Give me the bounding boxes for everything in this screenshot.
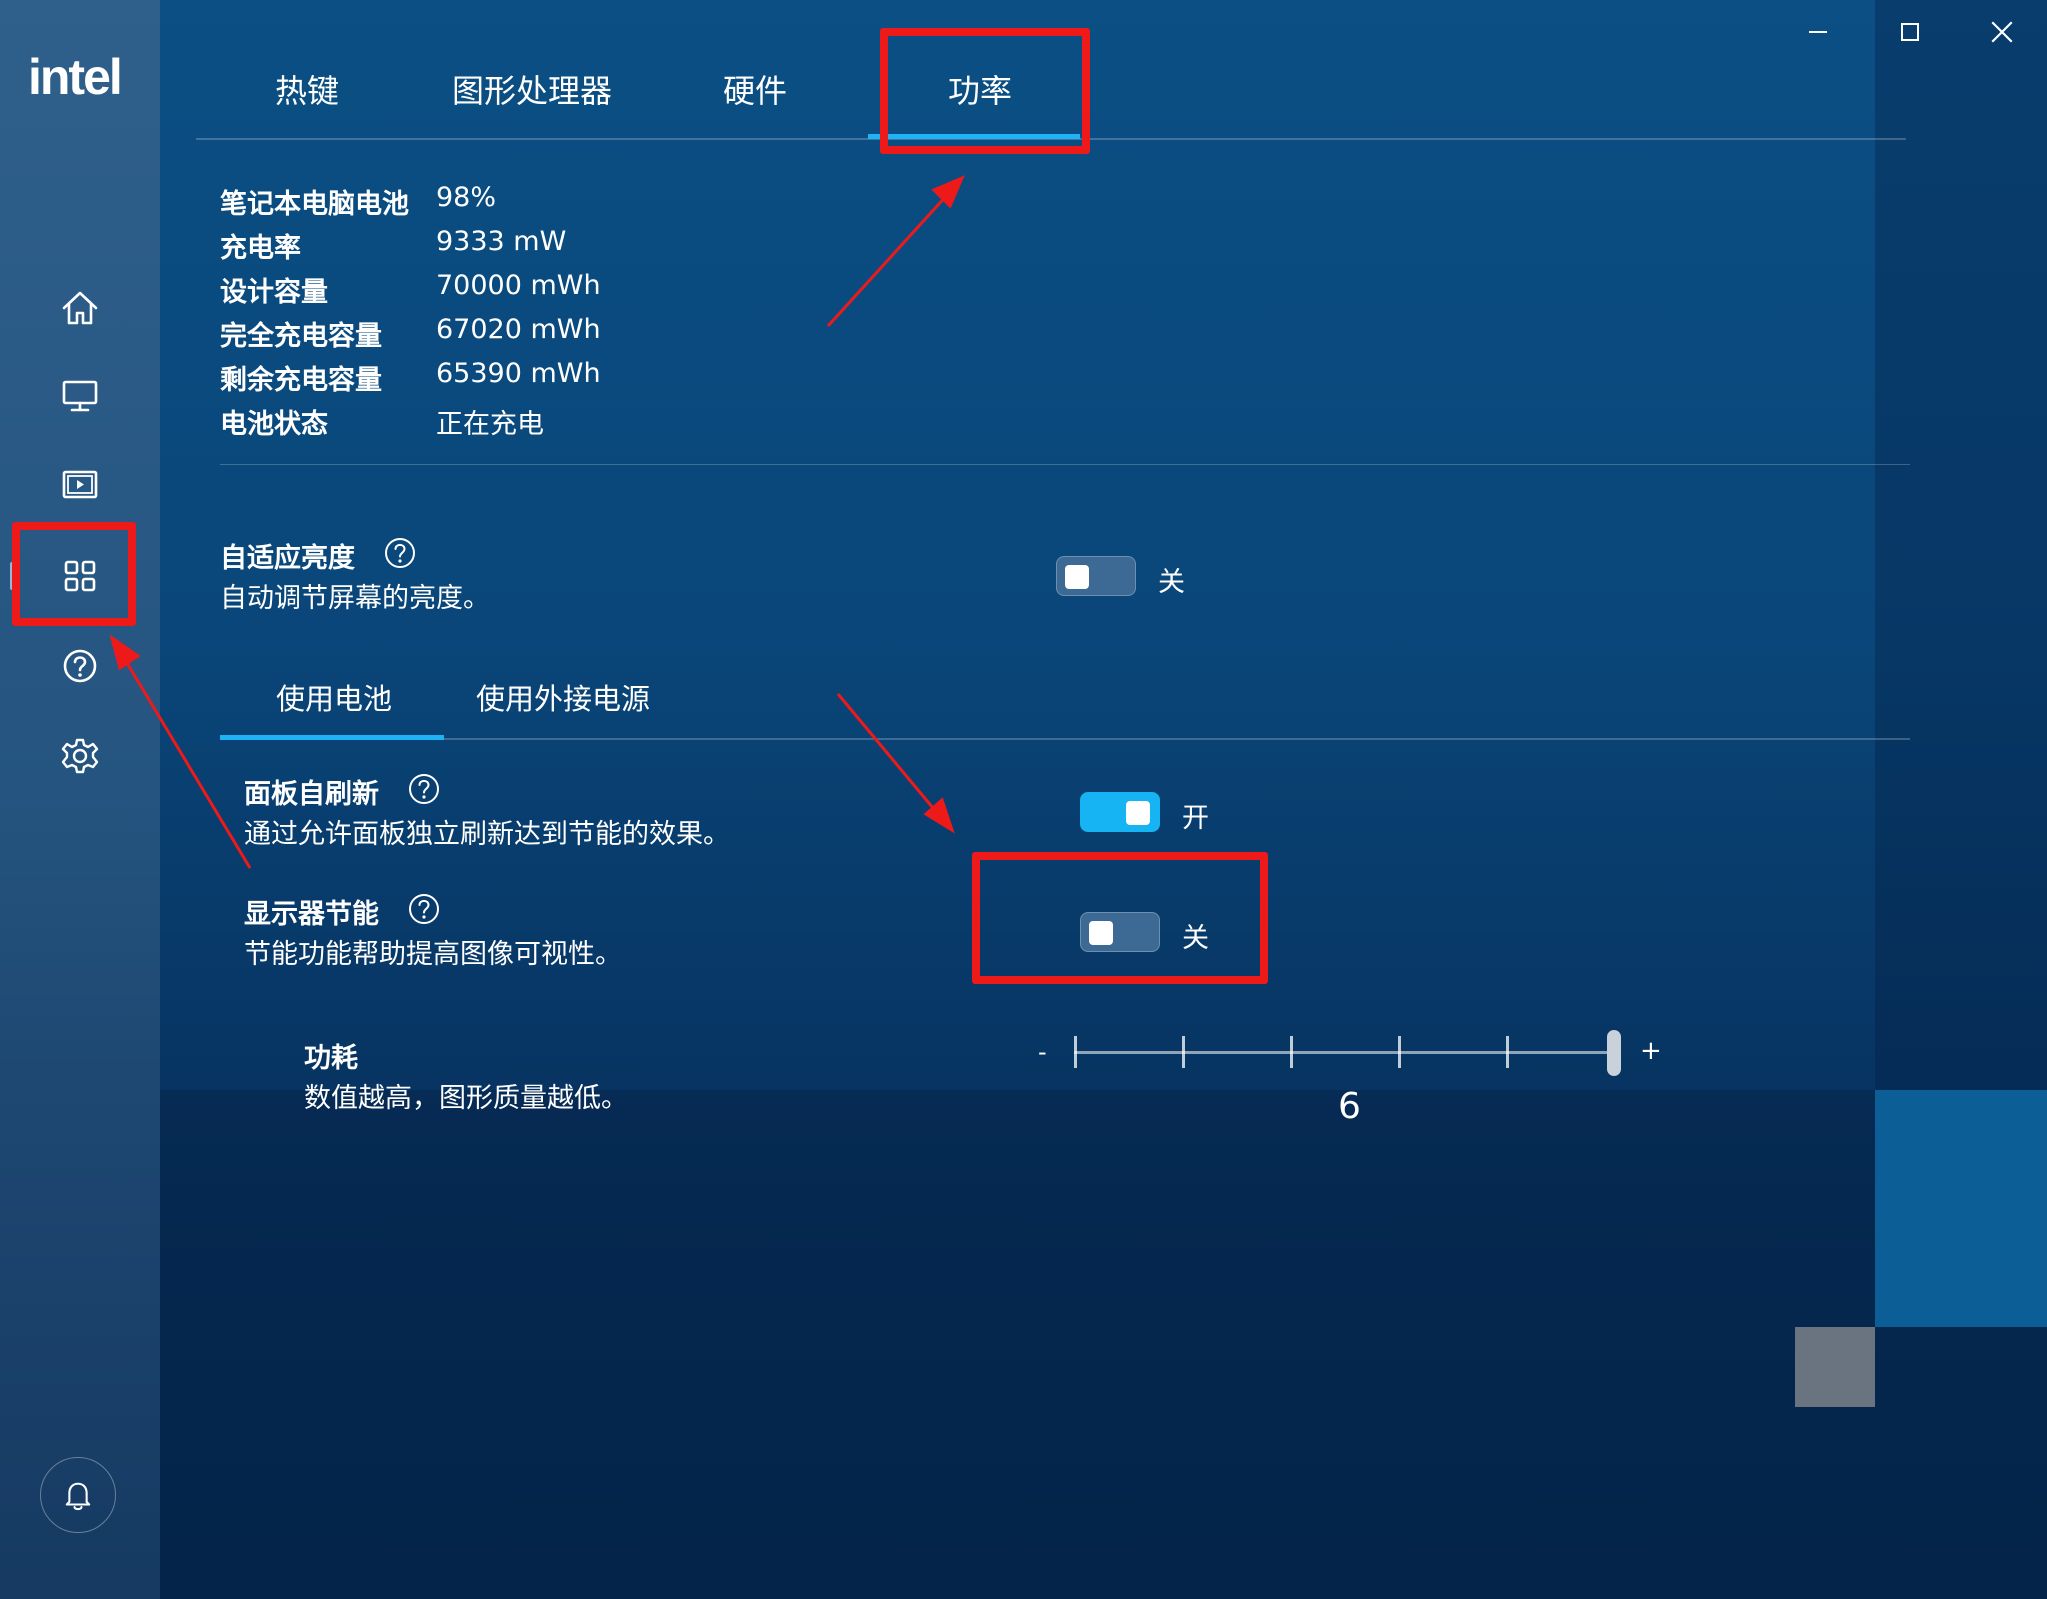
tab-plugged-in[interactable]: 使用外接电源 (476, 676, 650, 718)
background-panel (1875, 1327, 2047, 1599)
design-capacity-value: 70000 mWh (436, 270, 601, 301)
section-divider (220, 464, 1910, 465)
sidebar-item-settings[interactable] (38, 714, 122, 798)
display-power-saving-description: 节能功能帮助提高图像可视性。 (244, 939, 622, 970)
sidebar-item-home[interactable] (38, 266, 122, 350)
panel-self-refresh-description: 通过允许面板独立刷新达到节能的效果。 (244, 819, 730, 850)
slider-tick (1074, 1036, 1077, 1068)
tab-graphics-processor[interactable]: 图形处理器 (452, 66, 612, 112)
panel-self-refresh-state: 开 (1182, 803, 1209, 834)
close-button[interactable] (1972, 12, 2032, 52)
notifications-button[interactable] (40, 1457, 116, 1533)
slider-value: 6 (1338, 1086, 1361, 1127)
video-icon (62, 470, 98, 499)
close-icon (1991, 21, 2013, 43)
subtabs-divider (220, 738, 1910, 740)
sidebar: intel (0, 0, 160, 1599)
bell-icon (65, 1482, 91, 1511)
background-panel (160, 1090, 1875, 1599)
charge-rate-value: 9333 mW (436, 226, 567, 257)
minimize-button[interactable] (1788, 12, 1848, 52)
help-icon[interactable] (408, 893, 440, 925)
sidebar-item-display[interactable] (38, 353, 122, 437)
app-window: intel 热键 图形处理器 硬件 功率 笔记本电脑电池 98% 充电率 933… (0, 0, 2047, 1599)
remaining-capacity-value: 65390 mWh (436, 358, 601, 389)
charge-rate-label: 充电率 (220, 233, 301, 264)
gear-icon (61, 738, 99, 774)
background-panel (1795, 1327, 1875, 1407)
maximize-button[interactable] (1880, 12, 1940, 52)
maximize-icon (1901, 23, 1919, 41)
slider-track[interactable] (1074, 1051, 1614, 1054)
power-consumption-title: 功耗 (304, 1043, 358, 1074)
power-consumption-description: 数值越高，图形质量越低。 (304, 1083, 628, 1114)
tab-on-battery[interactable]: 使用电池 (276, 676, 392, 718)
slider-thumb[interactable] (1607, 1030, 1621, 1076)
slider-min-label: - (1038, 1038, 1047, 1066)
battery-status-value: 正在充电 (436, 409, 544, 440)
tab-hardware[interactable]: 硬件 (723, 66, 787, 112)
full-charge-capacity-label: 完全充电容量 (220, 321, 382, 352)
tab-hotkeys[interactable]: 热键 (275, 66, 339, 112)
toggle-knob (1065, 565, 1089, 589)
full-charge-capacity-value: 67020 mWh (436, 314, 601, 345)
panel-self-refresh-toggle[interactable] (1080, 792, 1160, 832)
home-icon (62, 291, 98, 325)
toggle-knob (1126, 801, 1150, 825)
slider-tick (1290, 1036, 1293, 1068)
help-icon[interactable] (408, 773, 440, 805)
active-subtab-underline (220, 735, 444, 740)
sidebar-item-video[interactable] (38, 443, 122, 527)
battery-value: 98% (436, 182, 497, 213)
battery-status-label: 电池状态 (220, 409, 328, 440)
display-power-saving-title: 显示器节能 (244, 899, 379, 930)
slider-tick (1182, 1036, 1185, 1068)
help-icon[interactable] (384, 537, 416, 569)
intel-logo: intel (28, 49, 123, 105)
remaining-capacity-label: 剩余充电容量 (220, 365, 382, 396)
sidebar-item-help[interactable] (38, 624, 122, 708)
annotation-box-power-tab (880, 28, 1090, 154)
panel-self-refresh-title: 面板自刷新 (244, 779, 379, 810)
slider-max-label: + (1640, 1036, 1662, 1066)
minimize-icon (1809, 31, 1827, 33)
slider-tick (1506, 1036, 1509, 1068)
slider-tick (1398, 1036, 1401, 1068)
help-icon (63, 649, 97, 683)
adaptive-brightness-toggle[interactable] (1056, 556, 1136, 596)
background-panel (1875, 1090, 2047, 1327)
annotation-box-display-power-saving (972, 852, 1268, 984)
power-consumption-slider[interactable] (1070, 1030, 1630, 1076)
battery-label: 笔记本电脑电池 (220, 189, 409, 220)
background-panel (1875, 0, 2047, 1090)
annotation-box-system-nav (12, 522, 136, 626)
monitor-icon (62, 380, 98, 412)
design-capacity-label: 设计容量 (220, 277, 328, 308)
adaptive-brightness-state: 关 (1158, 567, 1185, 598)
adaptive-brightness-description: 自动调节屏幕的亮度。 (220, 583, 490, 614)
adaptive-brightness-title: 自适应亮度 (220, 543, 355, 574)
